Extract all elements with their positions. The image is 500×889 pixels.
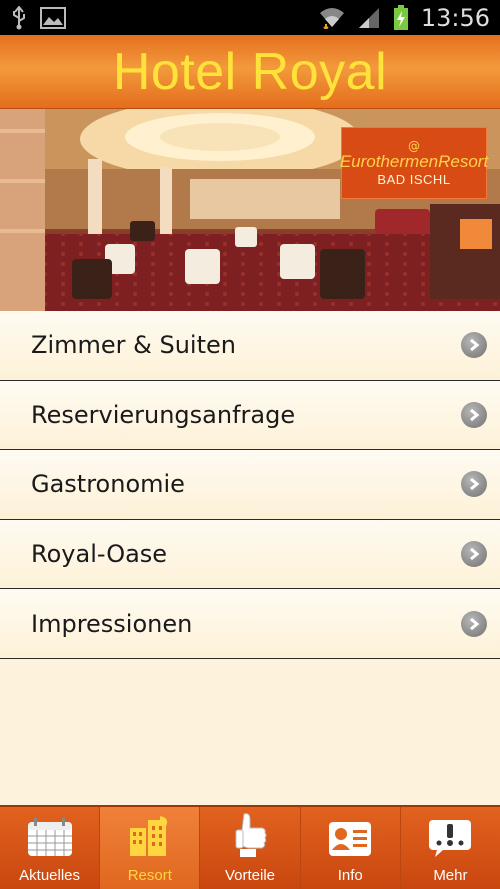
wifi-icon — [319, 7, 345, 29]
nav-vorteile[interactable]: Vorteile — [200, 807, 301, 889]
menu-item-label: Impressionen — [31, 609, 193, 638]
nav-info[interactable]: Info — [300, 807, 401, 889]
menu-item-royal-oase[interactable]: Royal-Oase — [0, 519, 500, 590]
resort-logo: @ EurothermenResort BAD ISCHL — [339, 127, 489, 199]
menu-item-reservierung[interactable]: Reservierungsanfrage — [0, 380, 500, 451]
nav-label: Mehr — [433, 867, 468, 884]
nav-aktuelles[interactable]: Aktuelles — [0, 807, 101, 889]
chevron-right-icon — [461, 471, 487, 498]
menu-item-label: Reservierungsanfrage — [31, 400, 296, 429]
chevron-right-icon — [461, 541, 487, 568]
logo-brand: EurothermenResort — [339, 151, 489, 171]
menu-item-impressionen[interactable]: Impressionen — [0, 589, 500, 659]
nav-label: Resort — [127, 867, 172, 884]
menu-item-zimmer[interactable]: Zimmer & Suiten — [0, 311, 500, 381]
chevron-right-icon — [461, 401, 487, 428]
menu-item-label: Zimmer & Suiten — [31, 331, 236, 360]
chevron-right-icon — [461, 610, 487, 637]
nav-mehr[interactable]: Mehr — [400, 807, 500, 889]
nav-resort[interactable]: Resort — [100, 807, 201, 889]
calendar-icon — [26, 818, 74, 862]
signal-icon — [357, 7, 381, 29]
menu-item-label: Royal-Oase — [31, 540, 168, 569]
menu-item-label: Gastronomie — [31, 470, 185, 499]
contact-card-icon — [327, 820, 373, 862]
page-title: Hotel Royal — [112, 42, 388, 101]
more-icon — [427, 818, 473, 862]
clock: 13:56 — [420, 3, 490, 32]
buildings-icon — [126, 814, 174, 862]
bottom-nav: Aktuelles Resort Vorteile Info Mehr — [0, 805, 500, 889]
nav-label: Aktuelles — [19, 867, 81, 884]
usb-icon — [10, 5, 28, 30]
battery-charging-icon — [393, 4, 409, 31]
chevron-right-icon — [461, 332, 487, 359]
nav-label: Vorteile — [224, 867, 276, 884]
logo-mark-icon: @ — [408, 138, 420, 153]
nav-label: Info — [337, 867, 363, 884]
status-bar: 13:56 — [0, 0, 500, 35]
image-icon — [40, 6, 66, 29]
app-header: Hotel Royal — [0, 35, 500, 109]
menu-item-gastronomie[interactable]: Gastronomie — [0, 450, 500, 520]
menu-list: Zimmer & Suiten Reservierungsanfrage Gas… — [0, 311, 500, 659]
thumbs-up-icon — [230, 812, 270, 862]
hero-image: @ EurothermenResort BAD ISCHL — [0, 109, 500, 311]
logo-subtitle: BAD ISCHL — [377, 171, 451, 187]
